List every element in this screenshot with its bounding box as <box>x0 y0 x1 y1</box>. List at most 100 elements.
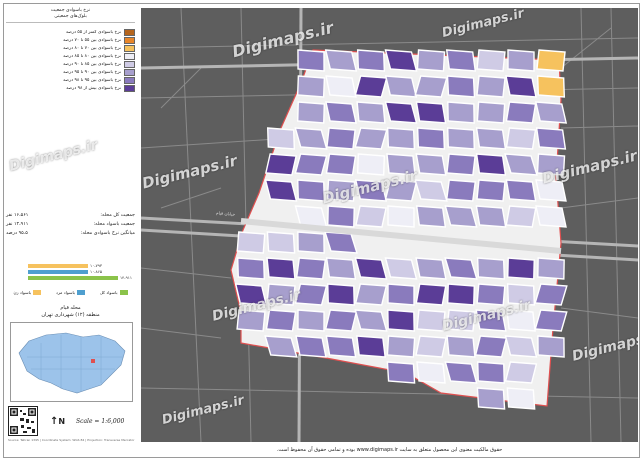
census-block[interactable] <box>476 179 506 202</box>
census-block[interactable] <box>505 75 537 98</box>
census-block[interactable] <box>505 179 537 202</box>
census-block[interactable] <box>386 335 416 358</box>
census-block[interactable] <box>416 49 446 72</box>
map-view[interactable]: خیابان قیام Digimaps.ir Digimaps.ir Digi… <box>141 8 638 442</box>
census-block[interactable] <box>266 127 296 150</box>
census-block[interactable] <box>537 335 565 358</box>
census-block[interactable] <box>415 335 447 358</box>
census-block[interactable] <box>446 335 476 358</box>
census-block[interactable] <box>297 231 325 254</box>
census-block[interactable] <box>324 309 358 332</box>
census-block[interactable] <box>354 283 388 306</box>
census-block[interactable] <box>384 257 418 280</box>
census-block[interactable] <box>356 153 386 176</box>
census-block[interactable] <box>387 283 415 306</box>
census-block[interactable] <box>475 153 507 176</box>
census-block[interactable] <box>476 75 506 98</box>
census-block[interactable] <box>476 257 506 280</box>
census-block[interactable] <box>446 75 476 98</box>
census-block[interactable] <box>507 49 535 72</box>
census-block[interactable] <box>354 127 388 150</box>
census-block[interactable] <box>296 75 326 98</box>
census-block[interactable] <box>505 127 537 150</box>
census-block[interactable] <box>477 361 505 384</box>
census-block[interactable] <box>295 257 327 280</box>
census-block[interactable] <box>414 179 448 202</box>
census-block[interactable] <box>536 49 566 72</box>
census-block[interactable] <box>507 257 535 280</box>
census-block[interactable] <box>356 101 386 124</box>
census-block[interactable] <box>325 75 357 98</box>
census-block[interactable] <box>297 309 325 332</box>
census-block[interactable] <box>537 257 565 280</box>
census-block[interactable] <box>415 257 447 280</box>
census-block[interactable] <box>325 101 357 124</box>
census-block[interactable] <box>297 49 325 72</box>
census-block[interactable] <box>296 101 326 124</box>
census-block[interactable] <box>476 387 506 410</box>
census-block[interactable] <box>325 335 357 358</box>
census-block[interactable] <box>416 127 446 150</box>
census-block[interactable] <box>384 101 418 124</box>
census-block[interactable] <box>476 283 506 306</box>
census-block[interactable] <box>327 283 355 306</box>
census-block[interactable] <box>476 101 506 124</box>
census-block[interactable] <box>534 283 568 306</box>
census-block[interactable] <box>294 153 328 176</box>
census-block[interactable] <box>415 205 447 228</box>
census-block[interactable] <box>356 335 386 358</box>
census-block[interactable] <box>447 101 475 124</box>
census-block[interactable] <box>444 257 478 280</box>
census-block[interactable] <box>325 257 357 280</box>
census-block[interactable] <box>444 205 478 228</box>
census-block[interactable] <box>266 231 296 254</box>
census-block[interactable] <box>474 335 508 358</box>
census-block[interactable] <box>535 205 567 228</box>
census-block[interactable] <box>236 257 266 280</box>
census-block[interactable] <box>326 127 356 150</box>
census-block[interactable] <box>504 361 538 384</box>
census-block[interactable] <box>387 205 415 228</box>
census-block[interactable] <box>325 153 357 176</box>
census-block[interactable] <box>447 283 475 306</box>
census-block[interactable] <box>327 205 355 228</box>
census-block[interactable] <box>534 309 568 332</box>
census-block[interactable] <box>386 361 416 384</box>
census-block[interactable] <box>535 127 567 150</box>
census-block[interactable] <box>236 231 266 254</box>
census-block[interactable] <box>475 205 507 228</box>
census-block[interactable] <box>356 49 386 72</box>
census-block[interactable] <box>386 127 416 150</box>
census-block[interactable] <box>264 335 298 358</box>
census-block[interactable] <box>506 387 536 410</box>
census-block[interactable] <box>415 153 447 176</box>
census-block[interactable] <box>415 101 447 124</box>
census-block[interactable] <box>354 257 388 280</box>
census-block[interactable] <box>536 75 566 98</box>
census-block[interactable] <box>355 205 387 228</box>
census-block[interactable] <box>504 335 538 358</box>
census-block[interactable] <box>384 49 418 72</box>
census-block[interactable] <box>294 127 328 150</box>
census-block[interactable] <box>446 153 476 176</box>
census-block[interactable] <box>445 49 477 72</box>
census-block[interactable] <box>384 75 418 98</box>
census-block[interactable] <box>416 361 446 384</box>
census-block[interactable] <box>264 153 298 176</box>
census-block[interactable] <box>354 309 388 332</box>
census-block[interactable] <box>444 361 478 384</box>
census-block[interactable] <box>446 127 476 150</box>
census-block[interactable] <box>476 49 506 72</box>
census-block[interactable] <box>505 205 537 228</box>
census-block[interactable] <box>265 309 297 332</box>
census-block[interactable] <box>415 283 447 306</box>
census-block[interactable] <box>505 101 537 124</box>
census-block[interactable] <box>387 309 415 332</box>
census-block[interactable] <box>534 101 568 124</box>
census-block[interactable] <box>324 49 358 72</box>
census-block[interactable] <box>475 127 507 150</box>
census-block[interactable] <box>264 179 298 202</box>
census-block[interactable] <box>414 75 448 98</box>
census-block[interactable] <box>266 257 296 280</box>
census-block[interactable] <box>445 179 477 202</box>
